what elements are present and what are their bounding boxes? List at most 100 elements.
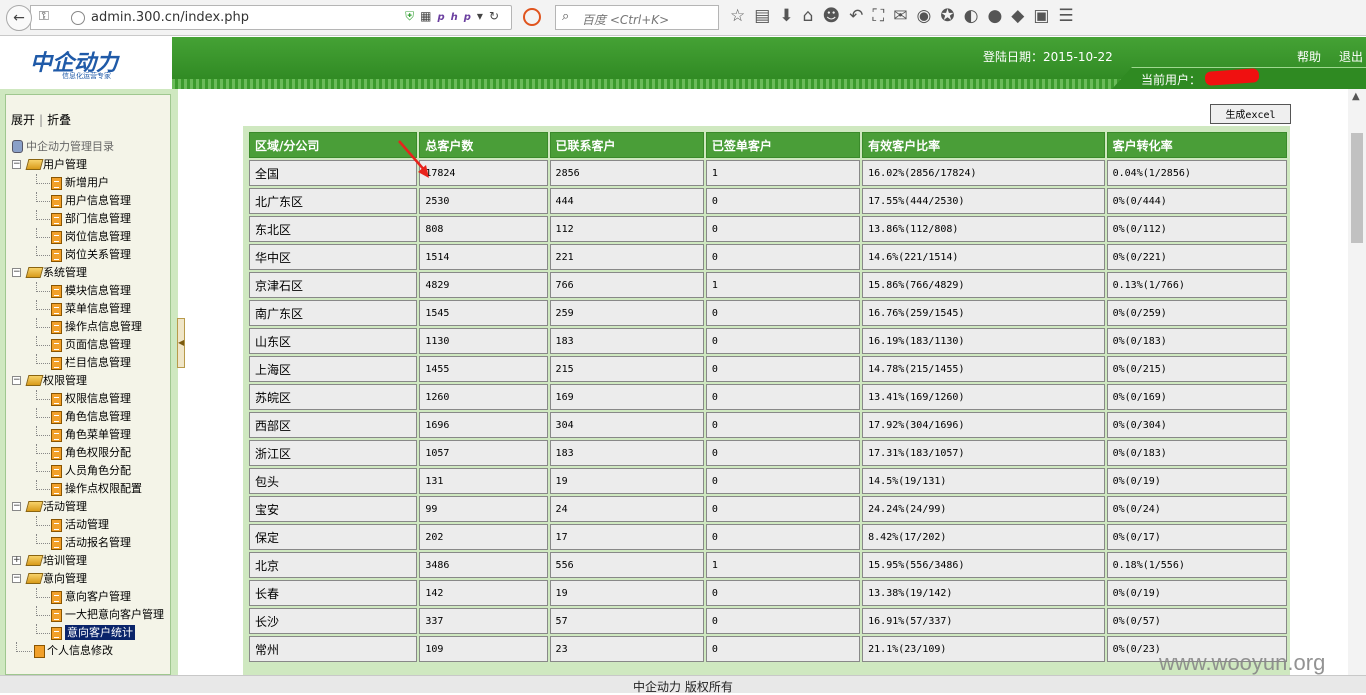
tree-folder[interactable]: − 权限管理 — [10, 372, 170, 390]
table-cell: 0%(0/17) — [1106, 524, 1287, 550]
tree-folder[interactable]: − 意向管理 — [10, 570, 170, 588]
region-cell: 宝安 — [249, 496, 418, 522]
collapse-all-link[interactable]: 折叠 — [47, 113, 71, 127]
expand-all-link[interactable]: 展开 — [11, 113, 35, 127]
tree-item[interactable]: 新增用户 — [10, 174, 170, 192]
addon-icon[interactable]: ◐ — [964, 6, 988, 26]
tree-item[interactable]: 活动管理 — [10, 516, 170, 534]
table-cell: 1 — [705, 272, 861, 298]
tree-item[interactable]: 岗位信息管理 — [10, 228, 170, 246]
logo-subtitle: 信息化运营专家 — [62, 72, 111, 80]
column-header: 已签单客户 — [705, 132, 861, 158]
chat-icon[interactable]: ☻ — [822, 6, 849, 26]
collapse-toggle-icon[interactable]: − — [12, 502, 21, 511]
table-cell: 1545 — [419, 300, 548, 326]
tree-item[interactable]: 权限信息管理 — [10, 390, 170, 408]
crop-icon[interactable]: ⛶ — [872, 6, 893, 26]
tree-item[interactable]: 意向客户管理 — [10, 588, 170, 606]
collapse-toggle-icon[interactable]: − — [12, 268, 21, 277]
region-cell: 长春 — [249, 580, 418, 606]
watermark: www.wooyun.org — [1159, 650, 1326, 675]
download-icon[interactable]: ⬇ — [779, 6, 802, 26]
tree-item-personal-info[interactable]: 个人信息修改 — [10, 642, 170, 660]
tree-folder[interactable]: + 培训管理 — [10, 552, 170, 570]
url-text: admin.300.cn/index.php — [91, 10, 250, 25]
generate-excel-button[interactable]: 生成excel — [1210, 104, 1291, 124]
table-cell: 1057 — [419, 440, 548, 466]
document-icon — [51, 285, 62, 298]
extension-icon[interactable]: ◉ — [917, 6, 941, 26]
tree-folder[interactable]: − 用户管理 — [10, 156, 170, 174]
dropdown-icon[interactable]: ▾ — [477, 9, 489, 23]
addressbar-icons[interactable]: ⛨▦php▾↻ — [405, 9, 505, 24]
table-cell: 766 — [549, 272, 704, 298]
tree-item[interactable]: 操作点权限配置 — [10, 480, 170, 498]
home-icon[interactable]: ⌂ — [803, 6, 823, 26]
profile-icon[interactable]: ● — [987, 6, 1011, 26]
tree-item[interactable]: 活动报名管理 — [10, 534, 170, 552]
tree-item[interactable]: 菜单信息管理 — [10, 300, 170, 318]
reload-icon[interactable]: ↻ — [489, 9, 505, 23]
tree-item[interactable]: 操作点信息管理 — [10, 318, 170, 336]
document-icon — [51, 483, 62, 496]
tree-item[interactable]: 部门信息管理 — [10, 210, 170, 228]
shield-addon-icon[interactable]: ◆ — [1011, 6, 1033, 26]
tree-item[interactable]: 模块信息管理 — [10, 282, 170, 300]
tree-folder[interactable]: − 系统管理 — [10, 264, 170, 282]
shield-icon[interactable]: ⛨ — [405, 9, 420, 23]
tree-item-label: 活动报名管理 — [65, 536, 131, 549]
expand-toggle-icon[interactable]: + — [12, 556, 21, 565]
search-box[interactable]: ⌕ 百度 <Ctrl+K> — [555, 5, 719, 30]
tree-folder-label: 意向管理 — [43, 572, 87, 585]
tree-root[interactable]: 中企动力管理目录 — [10, 138, 170, 156]
help-link[interactable]: 帮助 — [1297, 48, 1321, 65]
tree-item[interactable]: 人员角色分配 — [10, 462, 170, 480]
table-row: 东北区 808 112 0 13.86%(112/808) 0%(0/112) — [249, 216, 1287, 242]
tree-item[interactable]: 角色权限分配 — [10, 444, 170, 462]
tree-connector — [36, 480, 50, 490]
tree-connector — [36, 318, 50, 328]
tree-item[interactable]: 意向客户统计 — [10, 624, 170, 642]
footer: 中企动力 版权所有 — [0, 675, 1366, 694]
column-header: 客户转化率 — [1106, 132, 1287, 158]
tree-item[interactable]: 角色信息管理 — [10, 408, 170, 426]
tree-item[interactable]: 岗位关系管理 — [10, 246, 170, 264]
tree-item[interactable]: 栏目信息管理 — [10, 354, 170, 372]
undo-icon[interactable]: ↶ — [849, 6, 872, 26]
tree-item[interactable]: 用户信息管理 — [10, 192, 170, 210]
sidebar-collapse-handle[interactable]: ◀ — [177, 318, 185, 368]
tree-connector — [36, 192, 50, 202]
back-button[interactable]: ← — [6, 5, 32, 31]
comment-icon[interactable]: ✉ — [893, 6, 916, 26]
scrollbar-thumb[interactable] — [1351, 133, 1363, 243]
browser-tool-icons[interactable]: ☆▤⬇⌂☻↶⛶✉◉✪◐●◆▣☰ — [730, 6, 1083, 26]
document-icon — [51, 465, 62, 478]
qr-icon[interactable]: ▦ — [420, 9, 437, 23]
table-cell: 0%(0/19) — [1106, 468, 1287, 494]
exit-link[interactable]: 退出 — [1339, 48, 1363, 65]
block-icon[interactable] — [523, 8, 541, 26]
tree-item[interactable]: 角色菜单管理 — [10, 426, 170, 444]
menu-icon[interactable]: ☰ — [1058, 6, 1082, 26]
tree-item[interactable]: 页面信息管理 — [10, 336, 170, 354]
tree-item[interactable]: 一大把意向客户管理 — [10, 606, 170, 624]
tree-folder-label: 系统管理 — [43, 266, 87, 279]
tree-folder[interactable]: − 活动管理 — [10, 498, 170, 516]
address-bar[interactable]: ⚿ admin.300.cn/index.php ⛨▦php▾↻ — [30, 5, 512, 30]
collapse-toggle-icon[interactable]: − — [12, 376, 21, 385]
document-icon — [51, 429, 62, 442]
page-scrollbar[interactable]: ▲ — [1348, 89, 1366, 675]
layout-icon[interactable]: ▣ — [1033, 6, 1058, 26]
collapse-toggle-icon[interactable]: − — [12, 574, 21, 583]
region-cell: 北广东区 — [249, 188, 418, 214]
reading-list-icon[interactable]: ▤ — [754, 6, 779, 26]
bookmark-star-icon[interactable]: ☆ — [730, 6, 754, 26]
scroll-up-icon[interactable]: ▲ — [1352, 91, 1360, 102]
tree-folder-label: 培训管理 — [43, 554, 87, 567]
php-badge[interactable]: php — [437, 12, 476, 23]
tools-icon[interactable]: ✪ — [940, 6, 963, 26]
region-cell: 常州 — [249, 636, 418, 662]
collapse-toggle-icon[interactable]: − — [12, 160, 21, 169]
table-cell: 0%(0/24) — [1106, 496, 1287, 522]
tree-connector — [36, 246, 50, 256]
